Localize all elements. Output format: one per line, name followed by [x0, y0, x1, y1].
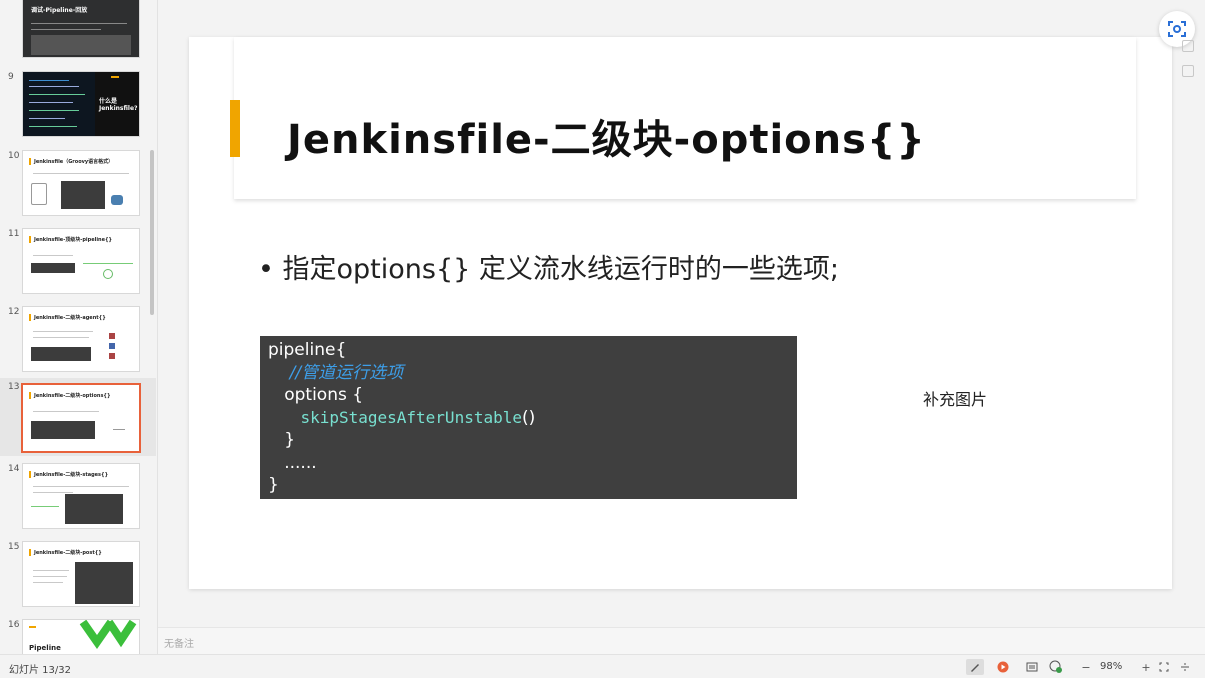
title-accent-bar	[230, 100, 240, 157]
thumbnail-row-13[interactable]: 13 Jenkinsfile-二级块-options{}	[0, 378, 156, 456]
code-line: pipeline{	[268, 340, 347, 360]
thumbnail-number: 9	[8, 72, 14, 82]
annotate-pen-button[interactable]	[966, 659, 984, 675]
thumbnail-slide-8[interactable]: 调试-Pipeline-回放	[22, 0, 140, 58]
zoom-in-button[interactable]: +	[1139, 659, 1153, 675]
sidebar-scrollbar[interactable]	[150, 150, 154, 315]
thumbnail-slide-10[interactable]: Jenkinsfile（Groovy语言格式）	[22, 150, 140, 216]
play-icon	[997, 661, 1009, 673]
code-function-suffix: ()	[522, 407, 536, 428]
notes-view-button[interactable]	[1024, 659, 1040, 675]
thumbnail-row-15[interactable]: 15 Jenkinsfile-二级块-post{}	[0, 538, 156, 610]
slide-canvas[interactable]: Jenkinsfile-二级块-options{} • 指定options{} …	[158, 0, 1205, 627]
green-logo-graphic	[79, 620, 137, 649]
fit-window-button[interactable]	[1157, 659, 1171, 675]
code-line: ......	[284, 452, 317, 473]
shield-icon	[1049, 660, 1062, 673]
thumbnail-number: 13	[8, 382, 20, 392]
thumbnail-slide-12[interactable]: Jenkinsfile-二级块-agent{}	[22, 306, 140, 372]
thumbnail-slide-15[interactable]: Jenkinsfile-二级块-post{}	[22, 541, 140, 607]
thumbnail-number: 14	[8, 464, 20, 474]
thumbnail-number: 16	[8, 620, 20, 630]
code-line: }	[284, 430, 296, 450]
slide[interactable]: Jenkinsfile-二级块-options{} • 指定options{} …	[189, 37, 1172, 589]
thumbnail-title: Jenkinsfile-二级块-agent{}	[34, 315, 106, 321]
thumbnail-title: Pipeline	[29, 644, 61, 652]
thumbnail-slide-16[interactable]: Pipeline	[22, 619, 140, 654]
thumbnail-slide-9[interactable]: 什么是 Jenkinsfile?	[22, 71, 140, 137]
pen-icon	[971, 664, 979, 672]
plus-icon: +	[1141, 660, 1151, 674]
zoom-level[interactable]: 98%	[1100, 661, 1122, 672]
status-bar: 幻灯片 13/32 − 98% +	[0, 654, 1205, 678]
play-slideshow-button[interactable]	[995, 659, 1011, 675]
thumbnail-row-14[interactable]: 14 Jenkinsfile-二级块-stages{}	[0, 460, 156, 532]
slide-counter: 幻灯片 13/32	[9, 665, 71, 676]
thumbnail-title: Jenkinsfile（Groovy语言格式）	[34, 159, 114, 165]
fullscreen-button[interactable]	[1178, 659, 1192, 675]
thumbnail-row-10[interactable]: 10 Jenkinsfile（Groovy语言格式）	[0, 147, 156, 219]
notes-placeholder: 无备注	[164, 639, 194, 650]
thumbnail-title: Jenkinsfile-二级块-options{}	[34, 393, 111, 399]
thumbnail-number: 12	[8, 307, 20, 317]
shield-status-button[interactable]	[1048, 659, 1064, 675]
speaker-notes[interactable]: 无备注	[158, 627, 1205, 654]
presentation-app: 调试-Pipeline-回放 9 什么是 Jenkinsfile? 10 Jen…	[0, 0, 1205, 678]
code-block[interactable]: pipeline{ //管道运行选项 options { skipStagesA…	[260, 336, 797, 499]
code-line: options {	[284, 385, 364, 405]
slide-thumbnail-panel[interactable]: 调试-Pipeline-回放 9 什么是 Jenkinsfile? 10 Jen…	[0, 0, 158, 654]
thumbnail-row-9[interactable]: 9 什么是 Jenkinsfile?	[0, 68, 156, 140]
thumbnail-title: Jenkinsfile-顶级块-pipeline{}	[34, 237, 113, 243]
thumbnail-row-8[interactable]: 调试-Pipeline-回放	[0, 0, 156, 60]
bullet-text[interactable]: • 指定options{} 定义流水线运行时的一些选项;	[258, 247, 839, 286]
slide-title[interactable]: Jenkinsfile-二级块-options{}	[287, 107, 926, 165]
thumbnail-number: 15	[8, 542, 20, 552]
zoom-out-button[interactable]: −	[1079, 659, 1093, 675]
thumbnail-slide-11[interactable]: Jenkinsfile-顶级块-pipeline{}	[22, 228, 140, 294]
thumbnail-title: Jenkinsfile-二级块-stages{}	[34, 472, 109, 478]
layout-tool-icon[interactable]	[1182, 40, 1194, 52]
thumbnail-row-12[interactable]: 12 Jenkinsfile-二级块-agent{}	[0, 303, 156, 375]
code-line: }	[268, 475, 279, 495]
thumbnail-slide-13[interactable]: Jenkinsfile-二级块-options{}	[21, 383, 141, 453]
thumbnail-number: 11	[8, 229, 20, 239]
image-tool-icon[interactable]	[1182, 65, 1194, 77]
thumbnail-number: 10	[8, 151, 20, 161]
side-note-text[interactable]: 补充图片	[923, 386, 987, 410]
thumbnail-slide-14[interactable]: Jenkinsfile-二级块-stages{}	[22, 463, 140, 529]
fit-icon	[1159, 662, 1169, 672]
thumbnail-title: Jenkinsfile-二级块-post{}	[34, 550, 102, 556]
thumbnail-title: 调试-Pipeline-回放	[31, 7, 88, 14]
thumbnail-title: 什么是 Jenkinsfile?	[99, 98, 138, 112]
code-comment: //管道运行选项	[289, 362, 404, 383]
code-function: skipStagesAfterUnstable	[300, 407, 522, 427]
expand-icon	[1181, 663, 1189, 671]
thumbnail-row-11[interactable]: 11 Jenkinsfile-顶级块-pipeline{}	[0, 225, 156, 297]
notes-icon	[1026, 662, 1038, 672]
thumbnail-row-16[interactable]: 16 Pipeline	[0, 616, 156, 654]
minus-icon: −	[1081, 660, 1091, 674]
